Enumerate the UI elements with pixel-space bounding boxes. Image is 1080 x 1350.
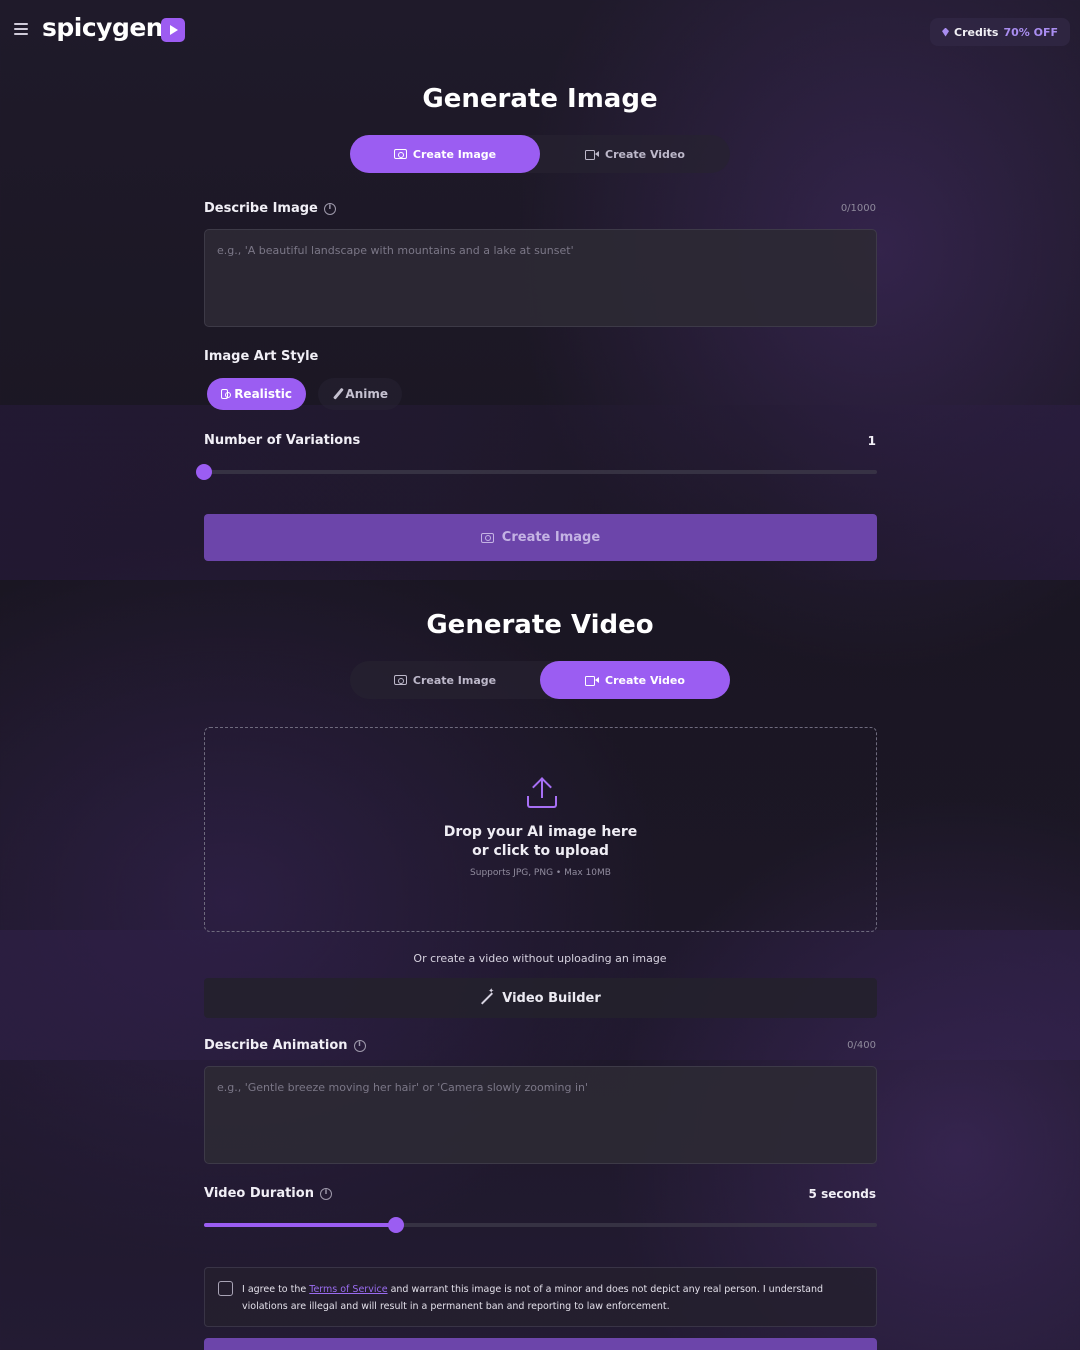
info-icon[interactable]	[353, 1039, 366, 1052]
agree-prefix: I agree to the	[242, 1284, 310, 1295]
top-bar: spicygen Credits 70% OFF	[0, 0, 1080, 62]
tab-create-image[interactable]: Create Image	[350, 661, 540, 699]
variations-slider[interactable]	[196, 464, 877, 480]
style-realistic-button[interactable]: Realistic	[207, 378, 306, 410]
brush-icon	[332, 388, 339, 400]
variations-label: Number of Variations	[204, 433, 361, 448]
create-image-button-label: Create Image	[501, 530, 601, 545]
camera-icon	[480, 532, 494, 543]
tab-create-video[interactable]: Create Video	[540, 661, 730, 699]
info-icon[interactable]	[319, 1187, 332, 1200]
tab-create-video[interactable]: Create Video	[540, 135, 730, 173]
image-upload-dropzone[interactable]: Drop your AI image here or click to uplo…	[204, 727, 877, 932]
video-builder-button[interactable]: Video Builder	[204, 978, 877, 1018]
info-icon[interactable]	[323, 202, 336, 215]
video-camera-icon	[585, 149, 600, 160]
style-label: Realistic	[234, 387, 292, 401]
upload-title-line2: or click to upload	[472, 843, 609, 859]
slider-fill	[204, 1223, 396, 1227]
credits-discount: 70% OFF	[1003, 25, 1058, 39]
generate-image-title: Generate Image	[422, 84, 658, 114]
gem-icon	[942, 27, 950, 37]
tab-create-image[interactable]: Create Image	[350, 135, 540, 173]
video-mode-tabs: Create Image Create Video	[350, 661, 730, 699]
art-style-label: Image Art Style	[204, 349, 319, 364]
video-duration-text: Video Duration	[204, 1186, 314, 1201]
camera-icon	[393, 675, 407, 685]
style-anime-button[interactable]: Anime	[318, 378, 402, 410]
create-image-button[interactable]: Create Image	[204, 514, 877, 561]
tab-label: Create Image	[412, 147, 497, 161]
video-camera-icon	[585, 675, 600, 686]
slider-thumb[interactable]	[196, 464, 212, 480]
terms-checkbox[interactable]	[218, 1281, 233, 1296]
logo-play-icon	[161, 18, 185, 42]
describe-image-counter: 0/1000	[840, 203, 876, 214]
describe-image-text: Describe Image	[204, 201, 318, 216]
terms-agreement-box: I agree to the Terms of Service and warr…	[204, 1267, 877, 1327]
logo-text[interactable]: spicygen	[42, 13, 164, 42]
describe-image-input[interactable]	[204, 229, 877, 327]
terms-of-service-link[interactable]: Terms of Service	[309, 1284, 387, 1295]
style-label: Anime	[345, 387, 388, 401]
describe-animation-text: Describe Animation	[204, 1038, 348, 1053]
or-create-text: Or create a video without uploading an i…	[413, 952, 667, 965]
camera-icon	[393, 149, 407, 159]
tab-label: Create Video	[605, 673, 685, 687]
credits-button[interactable]: Credits 70% OFF	[930, 18, 1070, 46]
upload-requirements: Supports JPG, PNG • Max 10MB	[470, 868, 611, 878]
terms-agreement-text: I agree to the Terms of Service and warr…	[242, 1281, 862, 1315]
video-builder-label: Video Builder	[502, 990, 601, 1006]
magic-wand-icon	[480, 987, 494, 1005]
credits-label: Credits	[954, 25, 999, 39]
describe-image-label: Describe Image	[204, 201, 336, 216]
video-duration-slider[interactable]	[204, 1217, 877, 1233]
generate-video-title: Generate Video	[426, 610, 654, 640]
generate-video-button[interactable]	[204, 1338, 877, 1350]
describe-animation-input[interactable]	[204, 1066, 877, 1164]
tab-label: Create Video	[605, 147, 685, 161]
describe-animation-label: Describe Animation	[204, 1038, 366, 1053]
upload-icon	[527, 777, 557, 810]
upload-title-line1: Drop your AI image here	[443, 824, 638, 840]
variations-value: 1	[867, 434, 876, 448]
video-duration-label: Video Duration	[204, 1186, 332, 1201]
slider-thumb[interactable]	[388, 1217, 404, 1233]
camera-icon	[221, 389, 232, 399]
describe-animation-counter: 0/400	[847, 1040, 876, 1051]
image-mode-tabs: Create Image Create Video	[350, 135, 730, 173]
tab-label: Create Image	[412, 673, 497, 687]
video-duration-value: 5 seconds	[808, 1187, 876, 1201]
hamburger-menu-icon[interactable]	[14, 23, 28, 35]
upload-title: Drop your AI image here or click to uplo…	[205, 823, 876, 861]
